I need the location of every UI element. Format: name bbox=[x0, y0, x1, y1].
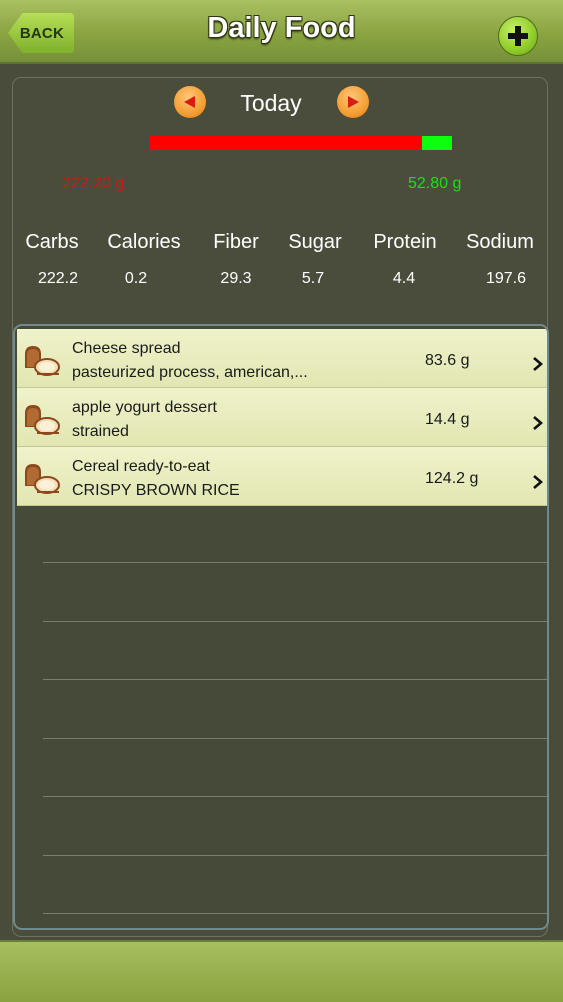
food-list-item[interactable]: Cheese spread pasteurized process, ameri… bbox=[17, 329, 547, 388]
food-amount: 83.6 g bbox=[425, 352, 470, 369]
remaining-value: 52.80 g bbox=[408, 175, 462, 192]
nutrient-value-protein: 4.4 bbox=[392, 270, 416, 287]
empty-row-divider bbox=[43, 679, 547, 680]
nutrient-value-fiber: 29.3 bbox=[220, 270, 252, 287]
empty-row-divider bbox=[43, 855, 547, 856]
progress-bar-remaining bbox=[421, 136, 452, 150]
day-label: Today bbox=[240, 90, 302, 116]
nutrient-header-sodium: Sodium bbox=[466, 231, 534, 253]
next-day-button[interactable] bbox=[337, 86, 369, 118]
arrow-left-icon bbox=[184, 96, 195, 108]
plus-icon bbox=[508, 26, 528, 46]
bottom-bar bbox=[0, 940, 563, 1002]
progress-bar bbox=[150, 136, 452, 150]
food-name: Cheese spread bbox=[72, 340, 181, 357]
food-amount: 124.2 g bbox=[425, 470, 479, 487]
food-list: Cheese spread pasteurized process, ameri… bbox=[13, 324, 549, 930]
food-list-item[interactable]: apple yogurt dessert strained 14.4 g bbox=[17, 388, 547, 447]
empty-row-divider bbox=[43, 913, 547, 914]
bread-icon bbox=[25, 346, 60, 376]
nutrient-header-calories: Calories bbox=[107, 231, 181, 253]
arrow-right-icon bbox=[348, 96, 359, 108]
nutrient-header-sugar: Sugar bbox=[288, 231, 342, 253]
nutrient-value-calories: 0.2 bbox=[124, 270, 148, 287]
page-title: Daily Food bbox=[207, 12, 356, 44]
previous-day-button[interactable] bbox=[174, 86, 206, 118]
food-description: CRISPY BROWN RICE bbox=[72, 482, 240, 499]
bread-icon bbox=[25, 405, 60, 435]
food-description: strained bbox=[72, 423, 129, 440]
food-description: pasteurized process, american,... bbox=[72, 364, 308, 381]
nutrient-value-sugar: 5.7 bbox=[301, 270, 325, 287]
bread-icon bbox=[25, 464, 60, 494]
empty-row-divider bbox=[43, 796, 547, 797]
food-name: Cereal ready-to-eat bbox=[72, 458, 210, 475]
nutrient-header-fiber: Fiber bbox=[213, 231, 259, 253]
food-list-item[interactable]: Cereal ready-to-eat CRISPY BROWN RICE 12… bbox=[17, 447, 547, 506]
nutrient-value-sodium: 197.6 bbox=[485, 270, 527, 287]
food-name: apple yogurt dessert bbox=[72, 399, 217, 416]
consumed-value: 222.20 g bbox=[62, 175, 125, 192]
food-amount: 14.4 g bbox=[425, 411, 470, 428]
nutrient-value-carbs: 222.2 bbox=[37, 270, 79, 287]
empty-row-divider bbox=[43, 562, 547, 563]
empty-row-divider bbox=[43, 738, 547, 739]
add-food-button[interactable] bbox=[498, 16, 538, 56]
nutrient-header-carbs: Carbs bbox=[25, 231, 79, 253]
chevron-right-icon bbox=[533, 416, 543, 430]
chevron-right-icon bbox=[533, 475, 543, 489]
empty-row-divider bbox=[43, 621, 547, 622]
top-bar: BACK Daily Food bbox=[0, 0, 563, 64]
chevron-right-icon bbox=[533, 357, 543, 371]
nutrient-header-protein: Protein bbox=[373, 231, 437, 253]
